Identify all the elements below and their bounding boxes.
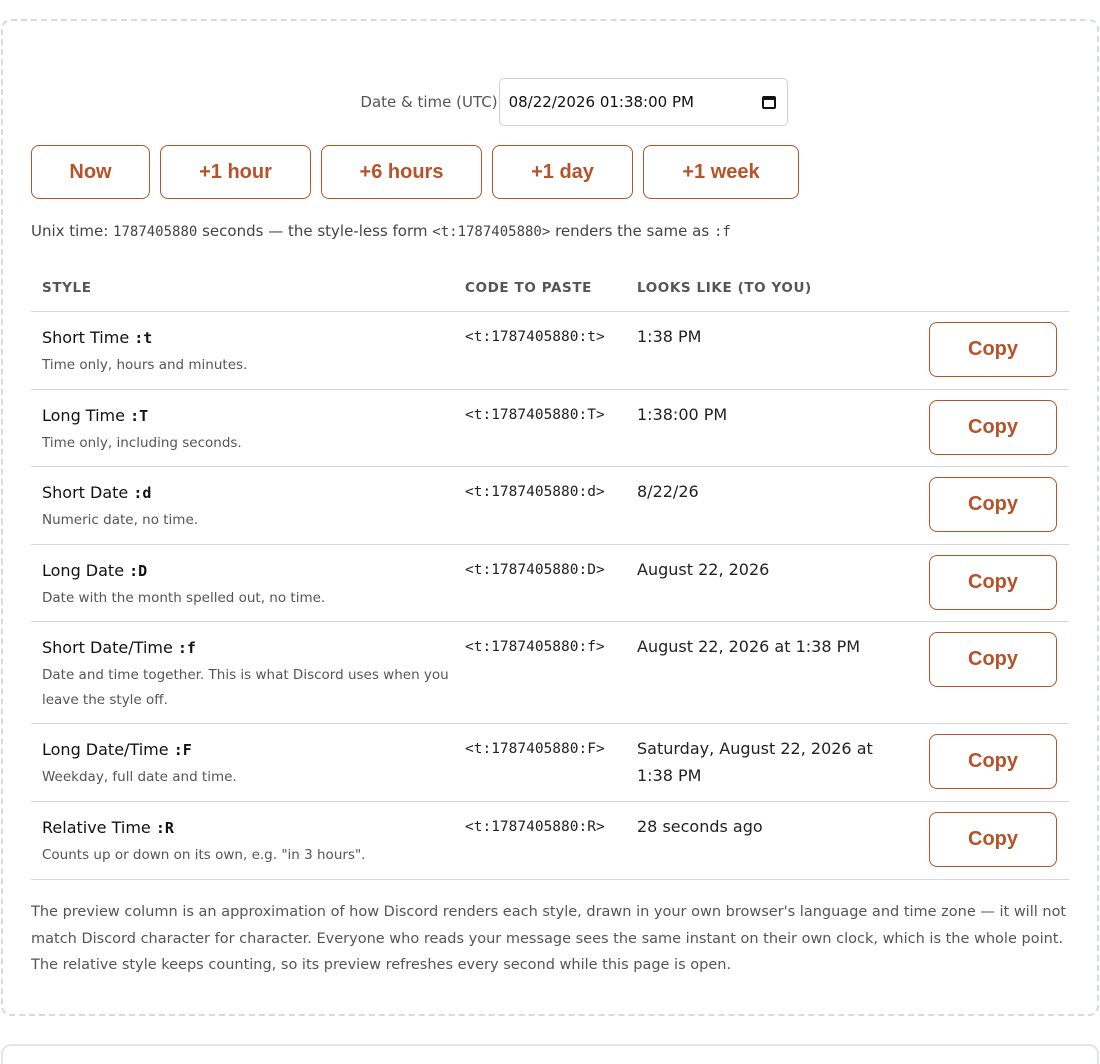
style-desc: Date and time together. This is what Dis… [42,667,449,708]
table-row: Short Time :t Time only, hours and minute… [31,312,1069,390]
datetime-input[interactable]: 08/22/2026 01:38:00 PM [498,78,788,126]
style-name: Long Date [42,561,125,580]
copy-button[interactable]: Copy [929,812,1057,867]
style-code: <t:1787405880:R> [465,819,605,835]
copy-button[interactable]: Copy [929,477,1057,532]
unix-middle: seconds — the style-less form [202,222,428,240]
style-preview: 8/22/26 [637,482,699,501]
header-looks: LOOKS LIKE (TO YOU) [637,280,812,296]
style-desc: Time only, hours and minutes. [42,357,248,373]
unix-prefix: Unix time: [31,222,109,240]
style-code: <t:1787405880:D> [465,562,605,578]
style-flag: :t [134,329,153,347]
header-code: CODE TO PASTE [465,280,592,296]
table-row: Long Date/Time :F Weekday, full date and … [31,724,1069,802]
plus-1-week-button[interactable]: +1 week [643,145,799,199]
unix-value: 1787405880 [113,224,198,240]
unix-suffix: renders the same as [555,222,710,240]
table-row: Long Time :T Time only, including seconds… [31,390,1069,467]
plus-1-day-button[interactable]: +1 day [492,145,633,199]
style-flag: :R [155,819,174,837]
style-code: <t:1787405880:d> [465,484,605,500]
plus-1-hour-button[interactable]: +1 hour [160,145,311,199]
style-preview: 1:38:00 PM [637,405,728,424]
style-code: <t:1787405880:T> [465,407,605,423]
style-preview: 1:38 PM [637,327,702,346]
style-code: <t:1787405880:f> [465,639,605,655]
style-code: <t:1787405880:t> [465,329,605,345]
next-panel-edge [1,1044,1099,1064]
style-preview: Saturday, August 22, 2026 at 1:38 PM [637,739,873,785]
table-header: STYLE CODE TO PASTE LOOKS LIKE (TO YOU) [31,278,1069,312]
style-flag: :d [133,484,152,502]
copy-button[interactable]: Copy [929,632,1057,687]
header-style: STYLE [42,280,92,296]
copy-button[interactable]: Copy [929,400,1057,455]
style-code: <t:1787405880:F> [465,741,605,757]
copy-button[interactable]: Copy [929,322,1057,377]
table-row: Short Date :d Numeric date, no time. <t:1… [31,467,1069,545]
copy-button[interactable]: Copy [929,734,1057,789]
plus-6-hours-button[interactable]: +6 hours [321,145,482,199]
style-name: Relative Time [42,818,151,837]
style-desc: Counts up or down on its own, e.g. "in 3… [42,847,366,863]
footnote: The preview column is an approximation o… [31,904,1067,973]
style-preview: August 22, 2026 at 1:38 PM [637,637,861,656]
style-flag: :f [177,639,196,657]
style-desc: Time only, including seconds. [42,435,242,451]
style-desc: Date with the month spelled out, no time… [42,590,326,606]
unix-time-line: Unix time: 1787405880 seconds — the styl… [31,222,731,240]
style-name: Short Date/Time [42,638,173,657]
style-flag: :T [130,407,149,425]
style-name: Long Date/Time [42,740,169,759]
style-desc: Numeric date, no time. [42,512,199,528]
style-name: Short Time [42,328,130,347]
style-preview: 28 seconds ago [637,817,763,836]
style-preview: August 22, 2026 [637,560,770,579]
style-desc: Weekday, full date and time. [42,769,237,785]
datetime-value: 08/22/2026 01:38:00 PM [508,93,694,111]
unix-form: <t:1787405880> [432,224,551,240]
datetime-row: Date & time (UTC) 08/22/2026 01:38:00 PM [0,78,1100,126]
table-row: Long Date :D Date with the month spelled … [31,545,1069,622]
table-row: Relative Time :R Counts up or down on its… [31,802,1069,880]
style-name: Short Date [42,483,129,502]
copy-button[interactable]: Copy [929,555,1057,610]
style-name: Long Time [42,406,125,425]
calendar-icon[interactable] [761,94,777,110]
unix-style: :f [713,224,731,240]
table-row: Short Date/Time :f Date and time together… [31,622,1069,724]
quick-buttons: Now +1 hour +6 hours +1 day +1 week [31,145,809,199]
datetime-label: Date & time (UTC) [360,93,498,111]
now-button[interactable]: Now [31,145,150,199]
style-flag: :D [129,562,148,580]
style-flag: :F [173,741,192,759]
